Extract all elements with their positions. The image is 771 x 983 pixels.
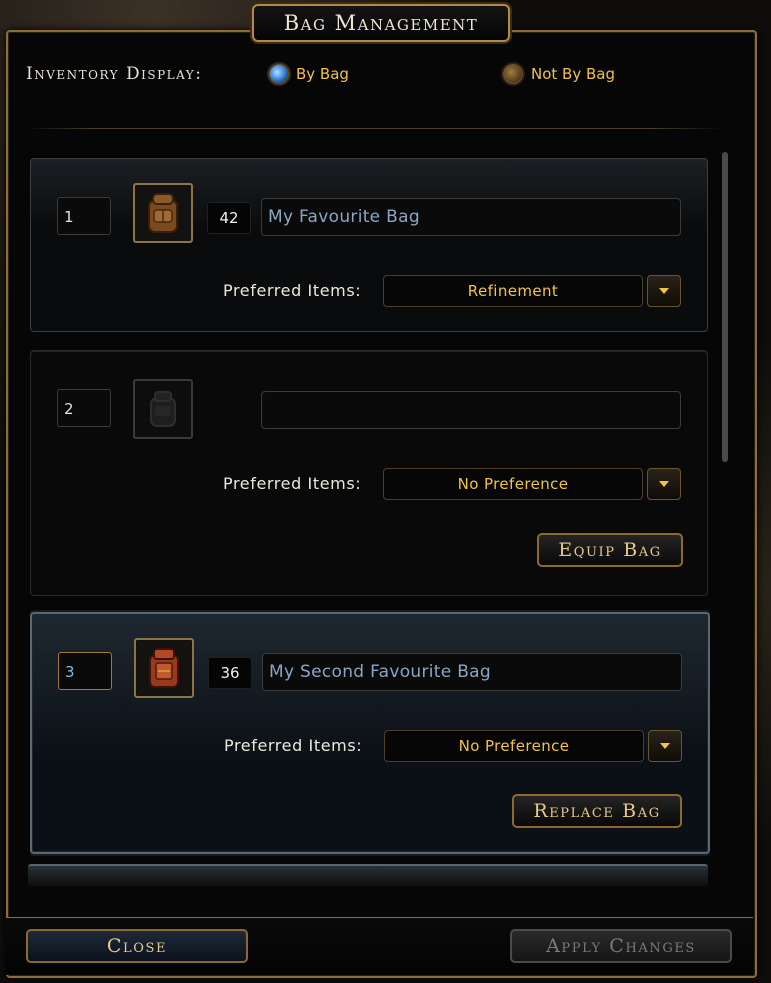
equip-bag-button[interactable]: Equip Bag <box>537 533 683 567</box>
slot-number-field[interactable]: 3 <box>58 652 112 690</box>
chevron-down-icon <box>659 288 669 294</box>
bag-name-field[interactable]: My Favourite Bag <box>261 198 681 236</box>
radio-not-by-bag-label[interactable]: Not By Bag <box>531 62 615 86</box>
dropdown-arrow-button[interactable] <box>647 275 681 307</box>
chevron-down-icon <box>659 481 669 487</box>
slot-number-field[interactable]: 2 <box>57 389 111 427</box>
dropdown-arrow-button[interactable] <box>648 730 682 762</box>
bag-capacity: 36 <box>208 657 252 689</box>
bag-name-field[interactable] <box>261 391 681 429</box>
radio-by-bag[interactable] <box>269 64 289 84</box>
red-backpack-icon[interactable] <box>134 638 194 698</box>
inventory-display-label: Inventory Display: <box>26 64 203 84</box>
empty-bag-silhouette-icon[interactable] <box>133 379 193 439</box>
bag-slot-panel-3: 3 36 My Second Favourite Bag Preferred I… <box>30 612 710 854</box>
preferred-items-label: Preferred Items: <box>223 281 362 300</box>
list-frame-bottom <box>28 864 708 886</box>
radio-not-by-bag[interactable] <box>503 64 523 84</box>
bag-name-field[interactable]: My Second Favourite Bag <box>262 653 682 691</box>
bag-capacity: 42 <box>207 202 251 234</box>
slot-number-field[interactable]: 1 <box>57 197 111 235</box>
radio-by-bag-label[interactable]: By Bag <box>296 62 349 86</box>
brown-backpack-icon[interactable] <box>133 183 193 243</box>
dropdown-arrow-button[interactable] <box>647 468 681 500</box>
replace-bag-button[interactable]: Replace Bag <box>512 794 682 828</box>
preferred-items-label: Preferred Items: <box>224 736 363 755</box>
scrollbar-thumb[interactable] <box>722 152 728 462</box>
chevron-down-icon <box>660 743 670 749</box>
preferred-items-dropdown[interactable]: No Preference <box>383 468 643 500</box>
window-title: Bag Management <box>252 4 510 42</box>
bag-list[interactable]: 1 42 My Favourite Bag Preferred Items: R… <box>30 150 710 880</box>
inventory-display-row: Inventory Display: By Bag Not By Bag <box>26 62 726 86</box>
bag-slot-panel-1: 1 42 My Favourite Bag Preferred Items: R… <box>30 158 708 332</box>
preferred-items-label: Preferred Items: <box>223 474 362 493</box>
header-separator <box>24 128 724 129</box>
preferred-items-dropdown[interactable]: No Preference <box>384 730 644 762</box>
bag-slot-panel-2: 2 Preferred Items: No Preference Equip B… <box>30 350 708 596</box>
preferred-items-dropdown[interactable]: Refinement <box>383 275 643 307</box>
